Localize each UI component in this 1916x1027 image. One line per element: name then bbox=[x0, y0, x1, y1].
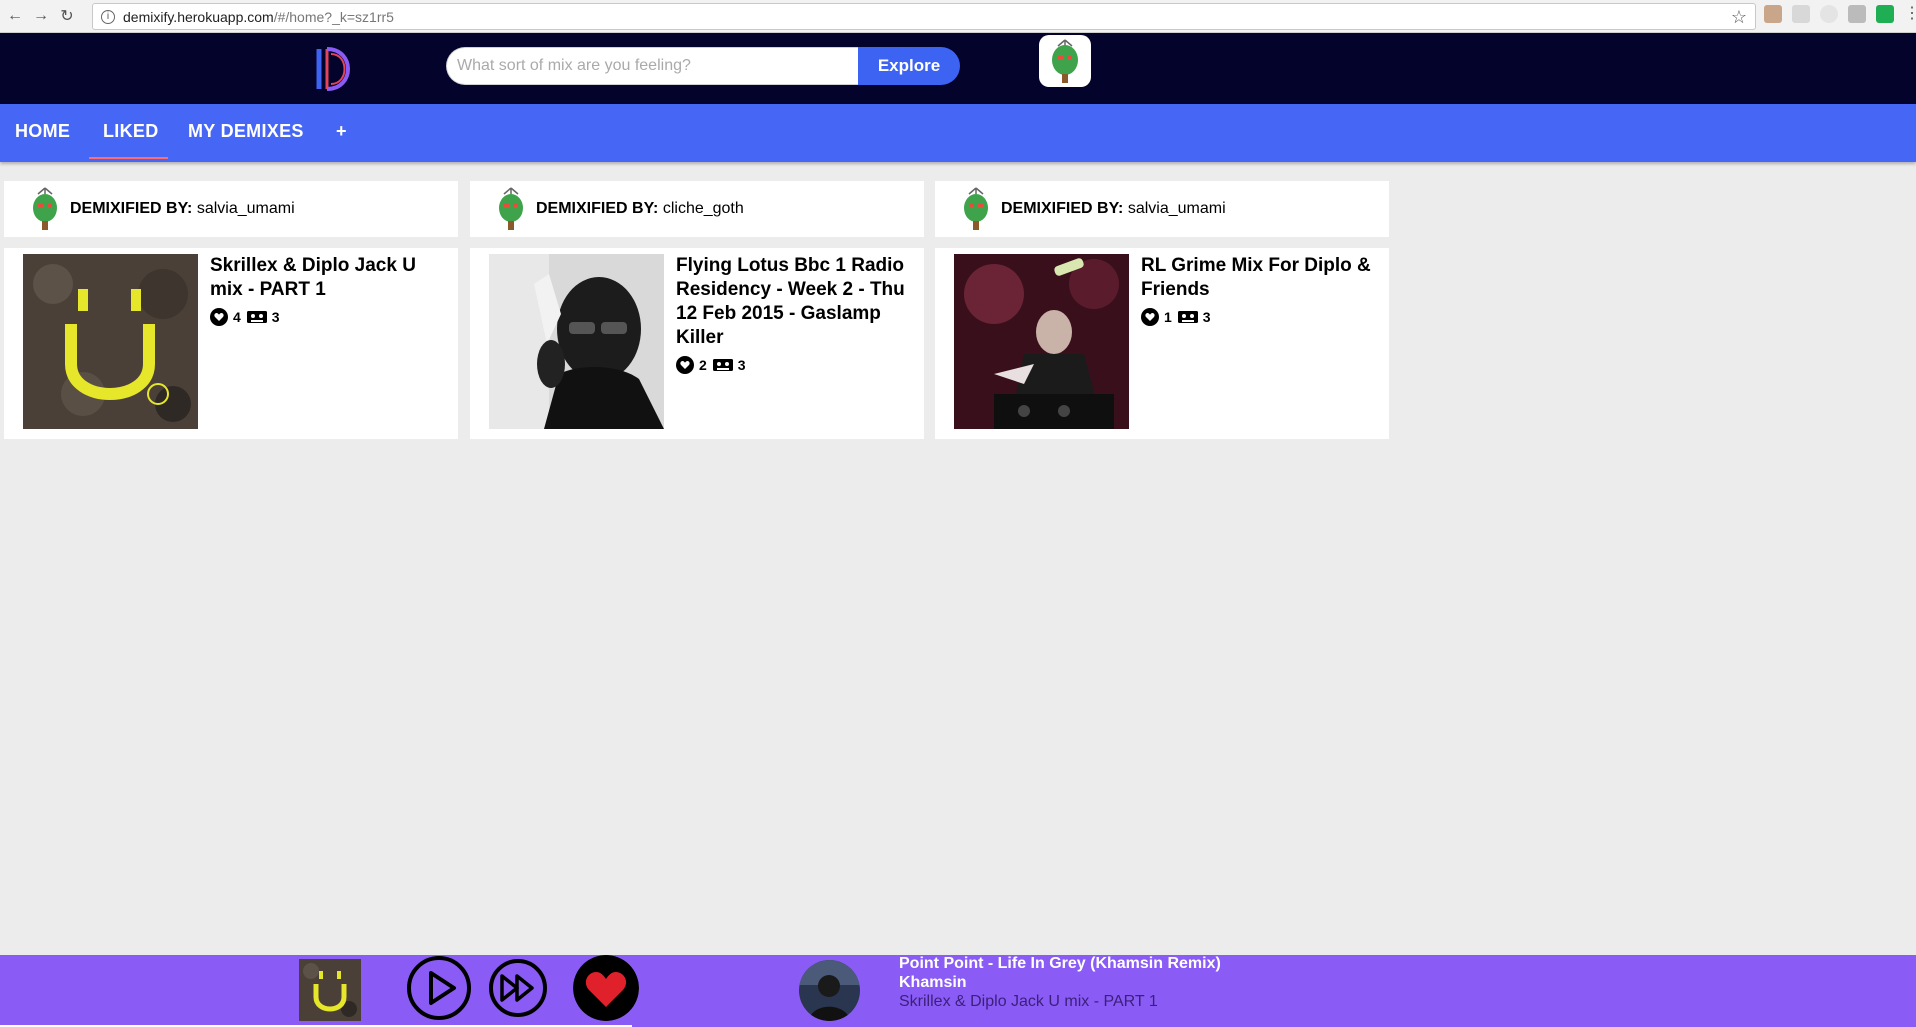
tab-home[interactable]: HOME bbox=[15, 121, 70, 142]
app-header: Explore bbox=[0, 33, 1916, 104]
search-bar: Explore bbox=[446, 47, 960, 85]
flying-lotus-artwork bbox=[489, 254, 664, 429]
extension-circle-icon[interactable] bbox=[1820, 5, 1838, 23]
reload-icon[interactable]: ↻ bbox=[56, 5, 78, 27]
mix-card[interactable]: RL Grime Mix For Diplo & Friends 1 3 bbox=[935, 248, 1389, 439]
like-count: 2 bbox=[699, 357, 707, 373]
demixified-by-text: DEMIXIFIED BY: salvia_umami bbox=[70, 200, 295, 217]
play-button[interactable] bbox=[406, 955, 472, 1021]
username-link[interactable]: salvia_umami bbox=[1128, 200, 1226, 217]
extension-eyedropper-icon[interactable] bbox=[1848, 5, 1866, 23]
explore-button[interactable]: Explore bbox=[858, 47, 960, 85]
demixify-logo[interactable] bbox=[313, 45, 357, 93]
back-icon[interactable]: ← bbox=[4, 5, 26, 27]
fast-forward-button[interactable] bbox=[488, 958, 548, 1018]
forward-icon[interactable]: → bbox=[30, 5, 52, 27]
active-tab-indicator bbox=[89, 157, 168, 159]
tab-liked[interactable]: LIKED bbox=[103, 121, 159, 142]
mix-stats: 1 3 bbox=[1141, 308, 1217, 326]
track-artwork[interactable] bbox=[799, 960, 860, 1021]
extension-avatar-icon[interactable] bbox=[1764, 5, 1782, 23]
extension-vpn-shield-icon[interactable] bbox=[1876, 5, 1894, 23]
info-icon[interactable]: i bbox=[101, 9, 115, 24]
bookmark-star-icon[interactable]: ☆ bbox=[1731, 7, 1747, 28]
username-link[interactable]: cliche_goth bbox=[663, 200, 744, 217]
url-path: /#/home?_k=sz1rr5 bbox=[273, 8, 394, 25]
card-header: DEMIXIFIED BY: salvia_umami bbox=[935, 181, 1389, 237]
user-avatar[interactable] bbox=[1039, 35, 1091, 87]
mix-title[interactable]: Skrillex & Diplo Jack U mix - PART 1 bbox=[210, 254, 446, 302]
nav-tabbar: HOME LIKED MY DEMIXES + bbox=[0, 104, 1916, 162]
mix-stats: 2 3 bbox=[676, 356, 752, 374]
card-header: DEMIXIFIED BY: cliche_goth bbox=[470, 181, 924, 237]
tab-my-demixes[interactable]: MY DEMIXES bbox=[188, 121, 304, 142]
demixified-by-text: DEMIXIFIED BY: cliche_goth bbox=[536, 200, 744, 217]
like-heart-button[interactable] bbox=[573, 955, 639, 1021]
address-bar[interactable]: i demixify.herokuapp.com/#/home?_k=sz1rr… bbox=[92, 3, 1756, 30]
cassette-icon bbox=[1177, 311, 1198, 323]
user-avatar-icon[interactable] bbox=[492, 186, 530, 232]
menu-kebab-icon[interactable]: ⋮ bbox=[1904, 5, 1916, 23]
mix-title[interactable]: Flying Lotus Bbc 1 Radio Residency - Wee… bbox=[676, 254, 912, 350]
demixified-by-text: DEMIXIFIED BY: salvia_umami bbox=[1001, 200, 1226, 217]
cassette-icon bbox=[246, 311, 267, 323]
mix-card[interactable]: Skrillex & Diplo Jack U mix - PART 1 4 3 bbox=[4, 248, 458, 439]
jack-u-artwork bbox=[23, 254, 198, 429]
rl-grime-artwork bbox=[954, 254, 1129, 429]
track-count: 3 bbox=[737, 357, 746, 373]
heart-icon[interactable] bbox=[676, 356, 694, 374]
now-playing-artist: Khamsin bbox=[899, 974, 967, 991]
browser-toolbar: ← → ↻ i demixify.herokuapp.com/#/home?_k… bbox=[0, 0, 1916, 33]
player-bar: Point Point - Life In Grey (Khamsin Remi… bbox=[0, 955, 1916, 1027]
now-playing-title: Point Point - Life In Grey (Khamsin Remi… bbox=[899, 955, 1221, 972]
jack-u-artwork bbox=[299, 959, 361, 1021]
add-tab-button[interactable]: + bbox=[336, 121, 347, 142]
mix-card[interactable]: Flying Lotus Bbc 1 Radio Residency - Wee… bbox=[470, 248, 924, 439]
user-avatar-icon[interactable] bbox=[26, 186, 64, 232]
heart-icon[interactable] bbox=[1141, 308, 1159, 326]
track-count: 3 bbox=[271, 309, 280, 325]
card-header: DEMIXIFIED BY: salvia_umami bbox=[4, 181, 458, 237]
now-playing-mix[interactable]: Skrillex & Diplo Jack U mix - PART 1 bbox=[899, 993, 1158, 1011]
extension-shield-icon[interactable] bbox=[1792, 5, 1810, 23]
mix-title[interactable]: RL Grime Mix For Diplo & Friends bbox=[1141, 254, 1377, 302]
like-count: 1 bbox=[1164, 309, 1172, 325]
search-input[interactable] bbox=[446, 47, 858, 85]
heart-icon[interactable] bbox=[210, 308, 228, 326]
mix-artwork[interactable] bbox=[489, 254, 664, 429]
track-count: 3 bbox=[1202, 309, 1211, 325]
tree-avatar-icon bbox=[1052, 39, 1078, 83]
now-playing-artwork[interactable] bbox=[299, 959, 361, 1021]
cassette-icon bbox=[712, 359, 733, 371]
mix-artwork[interactable] bbox=[954, 254, 1129, 429]
url-host: demixify.herokuapp.com bbox=[123, 8, 274, 25]
mix-artwork[interactable] bbox=[23, 254, 198, 429]
like-count: 4 bbox=[233, 309, 241, 325]
username-link[interactable]: salvia_umami bbox=[197, 200, 295, 217]
user-avatar-icon[interactable] bbox=[957, 186, 995, 232]
khamsin-artwork bbox=[799, 960, 860, 1021]
mix-stats: 4 3 bbox=[210, 308, 286, 326]
